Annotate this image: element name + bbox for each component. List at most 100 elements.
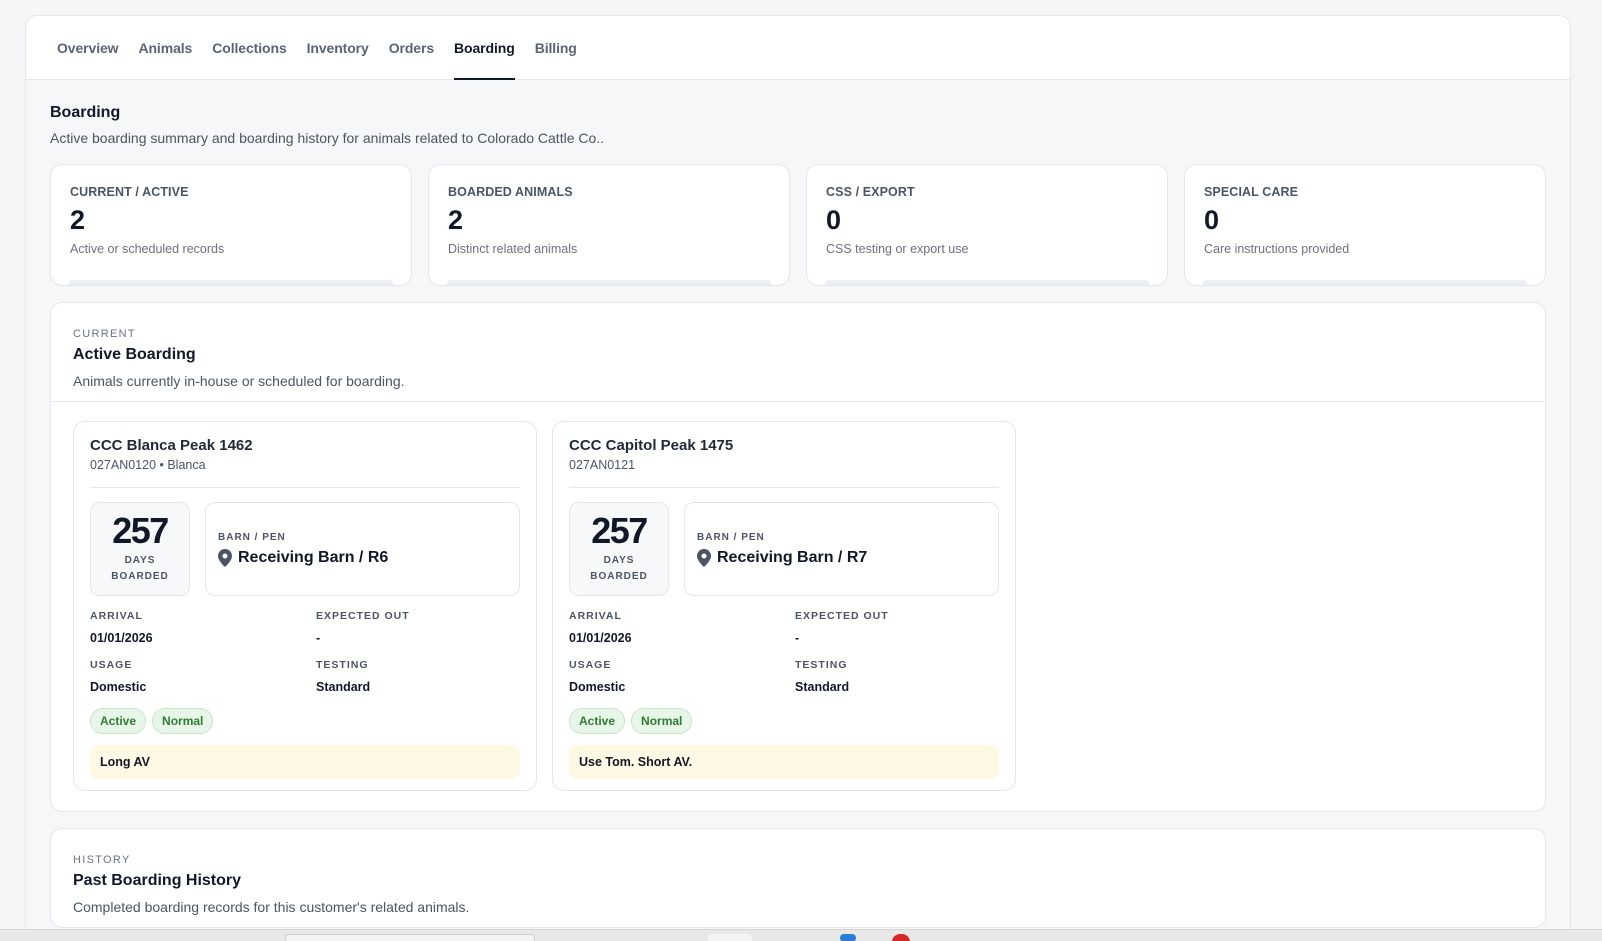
status-badge: Active [569, 708, 626, 734]
expected-out-label: EXPECTED OUT [316, 610, 410, 622]
page-title: Boarding [50, 104, 121, 121]
expected-out-value: - [795, 631, 800, 645]
care-note: Long AV [90, 745, 520, 779]
stat-label: CURRENT / ACTIVE [70, 185, 189, 199]
stat-value: 0 [826, 205, 842, 235]
stat-card-boarded-animals: BOARDED ANIMALS 2 Distinct related anima… [428, 164, 790, 286]
boarding-fields: ARRIVAL 01/01/2026 EXPECTED OUT - USAGE … [90, 610, 520, 694]
barn-pen-value-row: Receiving Barn / R6 [218, 549, 507, 567]
boarding-fields: ARRIVAL 01/01/2026 EXPECTED OUT - USAGE … [569, 610, 999, 694]
tab-collections[interactable]: Collections [202, 16, 296, 79]
tab-boarding[interactable]: Boarding [444, 16, 525, 80]
card-summary-row: 257 DAYS BOARDED BARN / PEN Receiving Ba… [569, 502, 999, 596]
tab-animals[interactable]: Animals [128, 16, 202, 79]
notification-badge-icon[interactable] [892, 934, 910, 941]
tab-orders[interactable]: Orders [379, 16, 444, 79]
section-title: Past Boarding History [73, 872, 242, 889]
stat-description: Active or scheduled records [70, 242, 225, 256]
days-boarded-value: 257 [112, 510, 169, 551]
taskbar-app-icon[interactable] [840, 934, 856, 941]
app-frame: Overview Animals Collections Inventory O… [25, 15, 1571, 941]
status-badges: Active Normal [569, 708, 999, 734]
barn-pen-label: BARN / PEN [218, 532, 286, 543]
section-eyebrow: HISTORY [73, 854, 131, 866]
arrival-label: ARRIVAL [569, 610, 622, 622]
stat-label: BOARDED ANIMALS [448, 185, 573, 199]
days-boarded-value: 257 [591, 510, 648, 551]
section-header: CURRENT Active Boarding Animals currentl… [51, 303, 1545, 402]
usage-value: Domestic [90, 680, 147, 694]
barn-pen-label: BARN / PEN [697, 532, 765, 543]
care-badge: Normal [152, 708, 214, 734]
boarding-card[interactable]: CCC Blanca Peak 1462 027AN0120 • Blanca … [73, 421, 537, 791]
boarding-content: Boarding Active boarding summary and boa… [26, 104, 1570, 928]
boarding-card[interactable]: CCC Capitol Peak 1475 027AN0121 257 DAYS… [552, 421, 1016, 791]
usage-label: USAGE [90, 659, 133, 671]
active-boarding-section: CURRENT Active Boarding Animals currentl… [50, 302, 1546, 812]
status-badges: Active Normal [90, 708, 520, 734]
stat-description: Care instructions provided [1204, 242, 1350, 256]
os-taskbar [0, 929, 1602, 941]
taskbar-search-box[interactable] [285, 934, 535, 941]
care-badge: Normal [631, 708, 693, 734]
barn-pen-value-row: Receiving Barn / R7 [697, 549, 986, 567]
tab-overview[interactable]: Overview [47, 16, 128, 79]
map-pin-icon [218, 549, 232, 567]
arrival-value: 01/01/2026 [90, 631, 153, 645]
barn-pen-box: BARN / PEN Receiving Barn / R6 [205, 502, 520, 596]
animal-name[interactable]: CCC Blanca Peak 1462 [90, 437, 520, 454]
stat-value: 2 [448, 205, 464, 235]
usage-field: USAGE Domestic [569, 659, 795, 694]
care-note: Use Tom. Short AV. [569, 745, 999, 779]
days-label: DAYS [124, 555, 156, 566]
stat-card-css-export: CSS / EXPORT 0 CSS testing or export use [806, 164, 1168, 286]
arrival-field: ARRIVAL 01/01/2026 [569, 610, 795, 645]
history-section: HISTORY Past Boarding History Completed … [50, 828, 1546, 928]
expected-out-field: EXPECTED OUT - [316, 610, 520, 645]
page-subtitle: Active boarding summary and boarding his… [50, 130, 605, 146]
section-eyebrow: CURRENT [73, 328, 136, 340]
divider [90, 487, 520, 488]
testing-label: TESTING [316, 659, 369, 671]
stats-row: CURRENT / ACTIVE 2 Active or scheduled r… [50, 164, 1546, 286]
days-boarded-box: 257 DAYS BOARDED [90, 502, 190, 596]
stat-description: CSS testing or export use [826, 242, 969, 256]
section-subtitle: Completed boarding records for this cust… [73, 899, 470, 915]
section-header: HISTORY Past Boarding History Completed … [51, 829, 1545, 927]
arrival-value: 01/01/2026 [569, 631, 632, 645]
expected-out-label: EXPECTED OUT [795, 610, 889, 622]
barn-pen-value: Receiving Barn / R6 [238, 549, 389, 566]
animal-meta: 027AN0120 • Blanca [90, 458, 206, 472]
days-label: DAYS [603, 555, 635, 566]
status-badge: Active [90, 708, 147, 734]
animal-name[interactable]: CCC Capitol Peak 1475 [569, 437, 999, 454]
usage-label: USAGE [569, 659, 612, 671]
tab-inventory[interactable]: Inventory [297, 16, 379, 79]
stat-card-current-active: CURRENT / ACTIVE 2 Active or scheduled r… [50, 164, 412, 286]
arrival-label: ARRIVAL [90, 610, 143, 622]
barn-pen-value: Receiving Barn / R7 [717, 549, 868, 566]
stat-value: 2 [70, 205, 86, 235]
arrival-field: ARRIVAL 01/01/2026 [90, 610, 316, 645]
map-pin-icon [697, 549, 711, 567]
stat-value: 0 [1204, 205, 1220, 235]
section-subtitle: Animals currently in-house or scheduled … [73, 373, 405, 389]
days-boarded-box: 257 DAYS BOARDED [569, 502, 669, 596]
tab-billing[interactable]: Billing [525, 16, 587, 79]
stat-card-special-care: SPECIAL CARE 0 Care instructions provide… [1184, 164, 1546, 286]
section-title: Active Boarding [73, 346, 196, 363]
taskbar-app-icon[interactable] [708, 934, 752, 941]
usage-field: USAGE Domestic [90, 659, 316, 694]
boarded-label: BOARDED [111, 571, 169, 582]
testing-field: TESTING Standard [795, 659, 999, 694]
expected-out-value: - [316, 631, 321, 645]
stat-description: Distinct related animals [448, 242, 578, 256]
expected-out-field: EXPECTED OUT - [795, 610, 999, 645]
boarding-cards: CCC Blanca Peak 1462 027AN0120 • Blanca … [51, 402, 1545, 811]
tab-bar: Overview Animals Collections Inventory O… [26, 16, 1570, 80]
barn-pen-box: BARN / PEN Receiving Barn / R7 [684, 502, 999, 596]
stat-label: CSS / EXPORT [826, 185, 915, 199]
usage-value: Domestic [569, 680, 626, 694]
testing-value: Standard [795, 680, 850, 694]
divider [569, 487, 999, 488]
